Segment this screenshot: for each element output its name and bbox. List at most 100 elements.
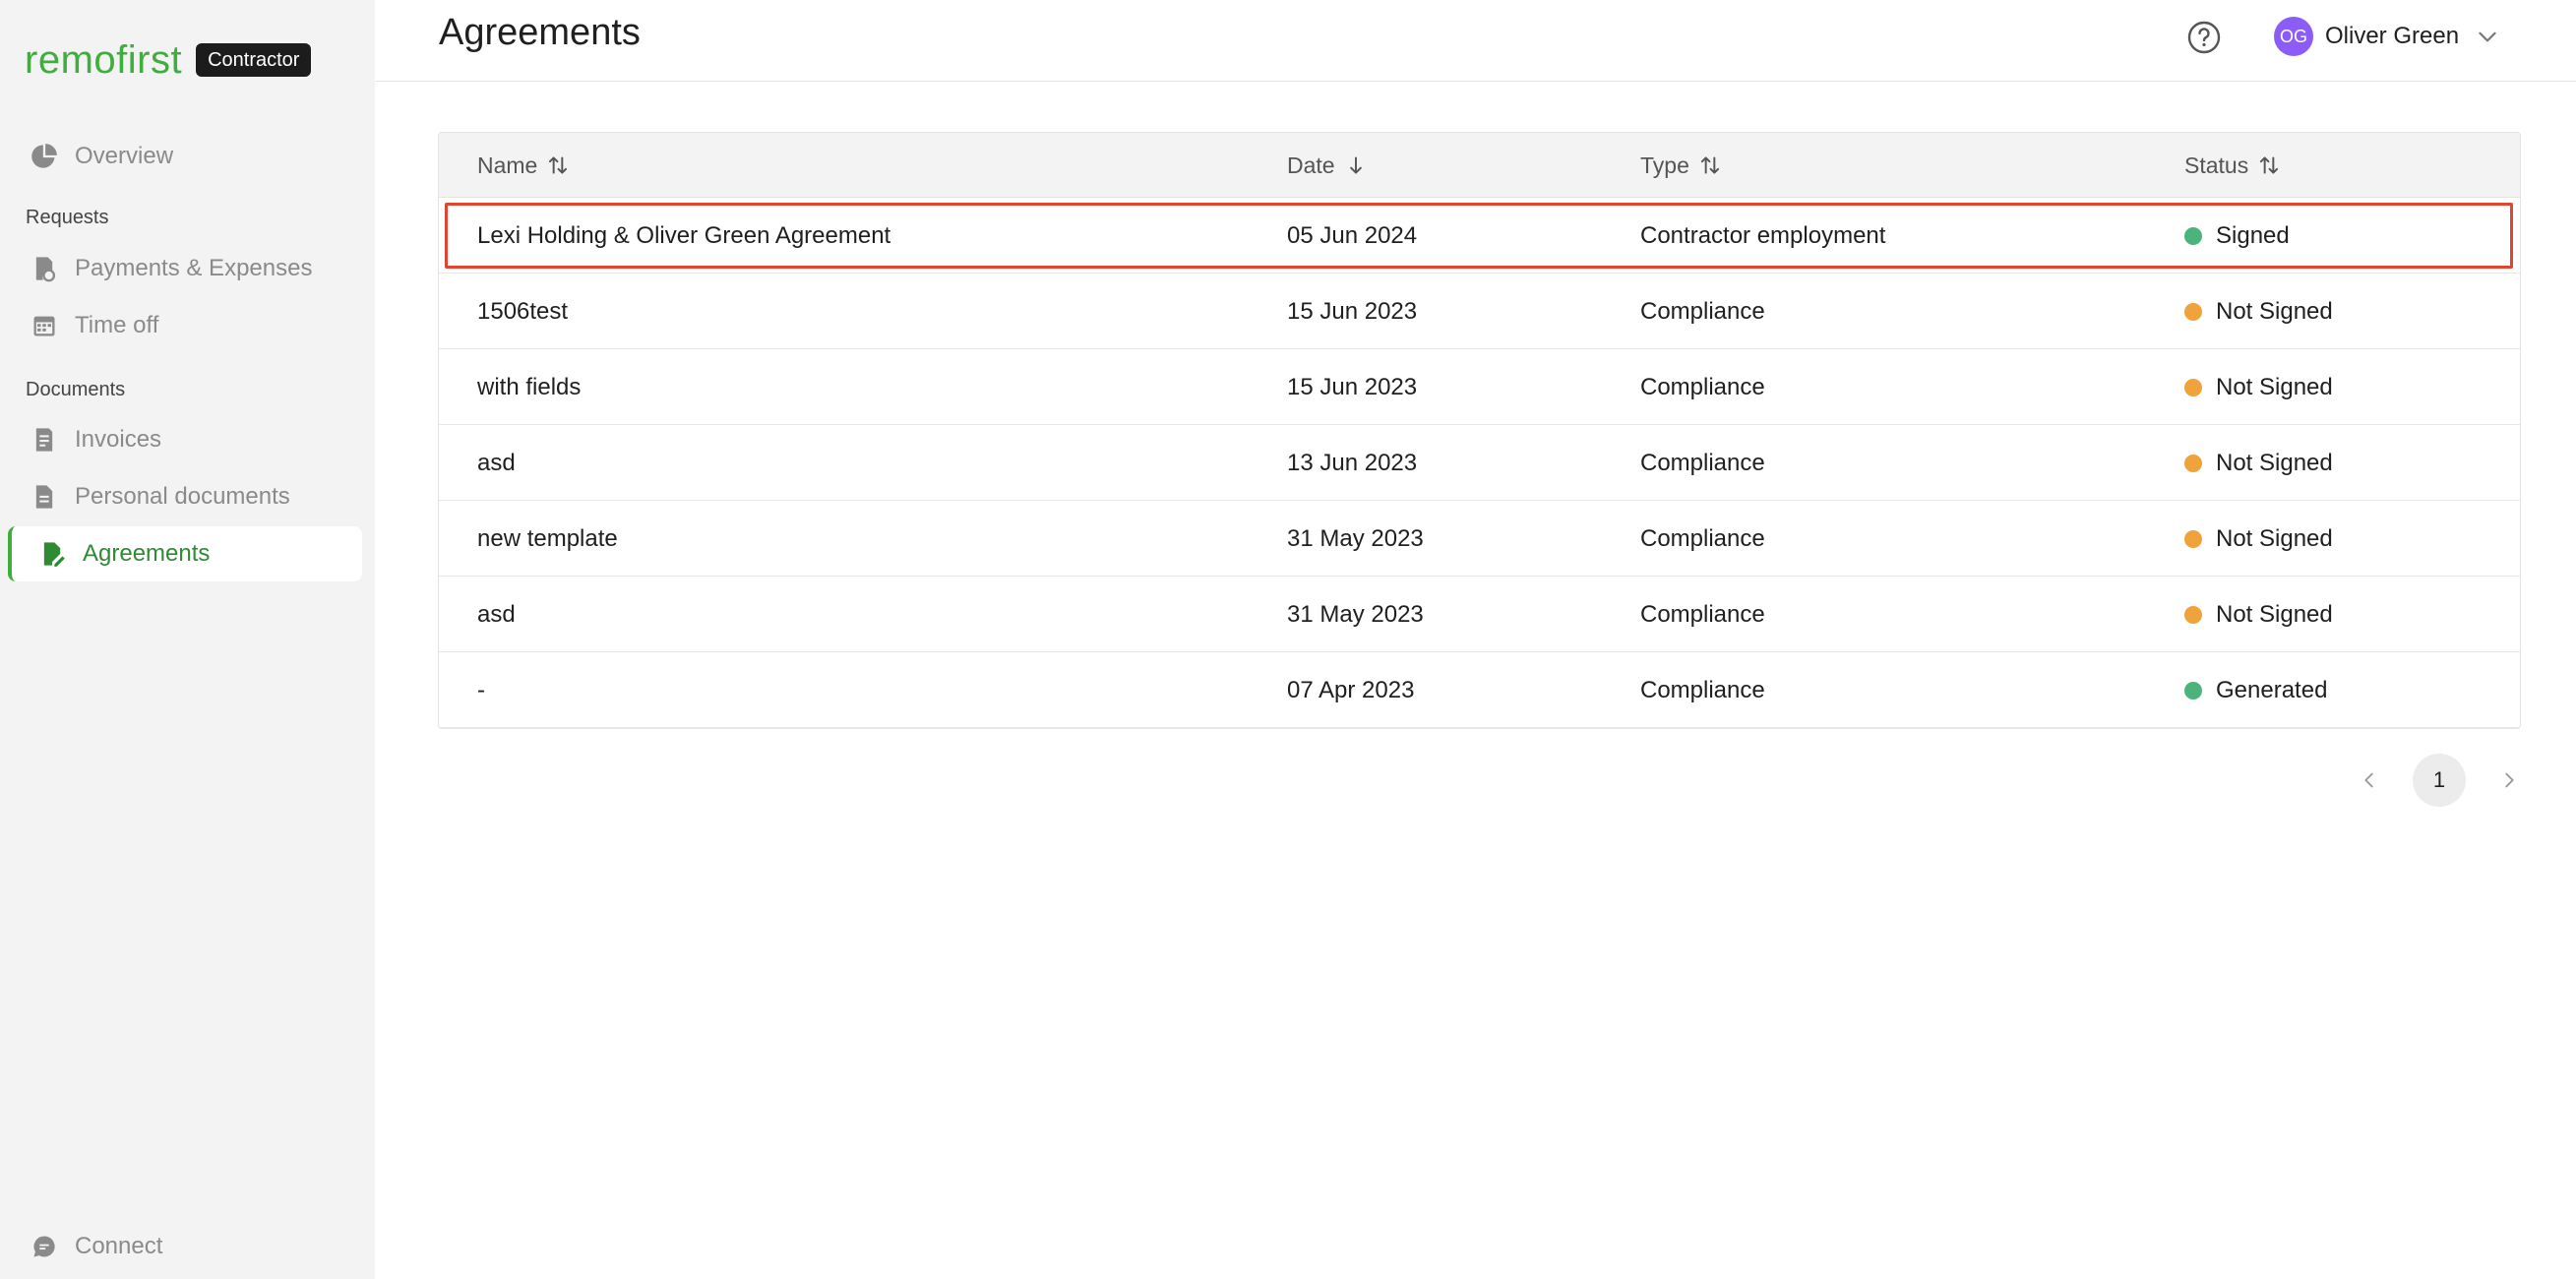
status-dot	[2184, 681, 2202, 700]
column-header-type[interactable]: Type	[1640, 133, 1723, 198]
cell-status: Not Signed	[2184, 425, 2333, 501]
sidebar-item-label: Personal documents	[75, 483, 290, 510]
cell-type: Compliance	[1640, 373, 1765, 400]
sidebar-item-payments[interactable]: Payments & Expenses	[8, 241, 362, 296]
cell-status: Generated	[2184, 652, 2327, 728]
cell-status: Not Signed	[2184, 349, 2333, 425]
column-header-date[interactable]: Date	[1287, 133, 1369, 198]
payments-icon	[30, 254, 59, 283]
table-row[interactable]: Lexi Holding & Oliver Green Agreement 05…	[439, 198, 2520, 274]
status-dot	[2184, 378, 2202, 396]
section-requests: Requests	[26, 207, 109, 228]
cell-status: Not Signed	[2184, 274, 2333, 349]
sort-descending-icon	[1343, 152, 1369, 178]
table-row[interactable]: new template 31 May 2023 Compliance Not …	[439, 501, 2520, 577]
cell-type: Contractor employment	[1640, 221, 1886, 249]
sidebar-item-label: Time off	[75, 312, 159, 338]
chevron-left-icon[interactable]	[2350, 761, 2389, 800]
document-icon	[30, 482, 59, 512]
table-row[interactable]: 1506test 15 Jun 2023 Compliance Not Sign…	[439, 274, 2520, 349]
cell-name: asd	[477, 449, 516, 476]
logo[interactable]: remofirst	[25, 38, 182, 83]
top-header: Agreements OG Oliver Green	[375, 0, 2576, 82]
sidebar-item-time-off[interactable]: Time off	[8, 298, 362, 353]
cell-date: 05 Jun 2024	[1287, 221, 1418, 249]
agreements-table: Name Date Type Status Lexi Holding & Oli…	[438, 132, 2521, 729]
cell-name: Lexi Holding & Oliver Green Agreement	[477, 221, 891, 249]
sidebar-item-label: Connect	[75, 1233, 163, 1259]
sidebar-item-label: Agreements	[83, 540, 211, 567]
chevron-right-icon[interactable]	[2489, 761, 2529, 800]
column-label: Status	[2184, 152, 2249, 178]
cell-date: 15 Jun 2023	[1287, 297, 1418, 325]
user-menu[interactable]: OG Oliver Green	[2274, 17, 2500, 56]
cell-name: with fields	[477, 373, 582, 400]
cell-date: 15 Jun 2023	[1287, 373, 1418, 400]
cell-name: -	[477, 676, 485, 703]
cell-date: 13 Jun 2023	[1287, 449, 1418, 476]
status-label: Not Signed	[2216, 600, 2333, 628]
status-label: Not Signed	[2216, 373, 2333, 400]
cell-name: new template	[477, 524, 618, 552]
column-label: Type	[1640, 152, 1689, 178]
cell-date: 07 Apr 2023	[1287, 676, 1415, 703]
page-title: Agreements	[439, 12, 641, 53]
table-row[interactable]: - 07 Apr 2023 Compliance Generated	[439, 652, 2520, 728]
help-icon[interactable]	[2186, 20, 2222, 55]
sort-icon	[1697, 152, 1723, 178]
status-label: Not Signed	[2216, 524, 2333, 552]
cell-type: Compliance	[1640, 449, 1765, 476]
page-number-button[interactable]: 1	[2413, 754, 2466, 807]
avatar: OG	[2274, 17, 2313, 56]
column-header-name[interactable]: Name	[477, 133, 571, 198]
status-dot	[2184, 302, 2202, 321]
sidebar-item-invoices[interactable]: Invoices	[8, 412, 362, 467]
sort-icon	[545, 152, 571, 178]
sidebar-item-connect[interactable]: Connect	[8, 1219, 362, 1274]
table-row[interactable]: with fields 15 Jun 2023 Compliance Not S…	[439, 349, 2520, 425]
sidebar-item-label: Overview	[75, 143, 174, 169]
cell-status: Not Signed	[2184, 577, 2333, 652]
logo-area: remofirst Contractor	[25, 37, 312, 83]
cell-type: Compliance	[1640, 676, 1765, 703]
pagination: 1	[2350, 754, 2529, 807]
cell-status: Signed	[2184, 198, 2290, 274]
cell-type: Compliance	[1640, 297, 1765, 325]
cell-date: 31 May 2023	[1287, 600, 1424, 628]
sidebar-item-label: Payments & Expenses	[75, 255, 313, 281]
sidebar: remofirst Contractor Overview Requests P…	[0, 0, 375, 1279]
sidebar-item-label: Invoices	[75, 426, 162, 453]
agreement-icon	[37, 539, 67, 569]
section-documents: Documents	[26, 379, 126, 400]
calendar-icon	[30, 311, 59, 340]
role-badge: Contractor	[196, 43, 312, 77]
sidebar-item-agreements[interactable]: Agreements	[8, 526, 362, 581]
status-dot	[2184, 529, 2202, 548]
cell-name: 1506test	[477, 297, 569, 325]
status-label: Signed	[2216, 221, 2290, 249]
sidebar-item-personal-documents[interactable]: Personal documents	[8, 469, 362, 524]
column-label: Date	[1287, 152, 1335, 178]
status-label: Not Signed	[2216, 297, 2333, 325]
pie-chart-icon	[30, 142, 59, 171]
cell-status: Not Signed	[2184, 501, 2333, 577]
sidebar-item-overview[interactable]: Overview	[8, 129, 362, 184]
column-label: Name	[477, 152, 538, 178]
cell-name: asd	[477, 600, 516, 628]
status-dot	[2184, 226, 2202, 245]
cell-type: Compliance	[1640, 524, 1765, 552]
status-label: Not Signed	[2216, 449, 2333, 476]
column-header-status[interactable]: Status	[2184, 133, 2282, 198]
table-row[interactable]: asd 13 Jun 2023 Compliance Not Signed	[439, 425, 2520, 501]
invoice-icon	[30, 425, 59, 455]
status-dot	[2184, 454, 2202, 472]
sort-icon	[2256, 152, 2282, 178]
chevron-down-icon	[2475, 24, 2500, 49]
table-row[interactable]: asd 31 May 2023 Compliance Not Signed	[439, 577, 2520, 652]
status-dot	[2184, 605, 2202, 624]
user-name: Oliver Green	[2325, 23, 2460, 49]
cell-type: Compliance	[1640, 600, 1765, 628]
status-label: Generated	[2216, 676, 2328, 703]
chat-icon	[30, 1232, 59, 1261]
table-header: Name Date Type Status	[439, 133, 2520, 198]
